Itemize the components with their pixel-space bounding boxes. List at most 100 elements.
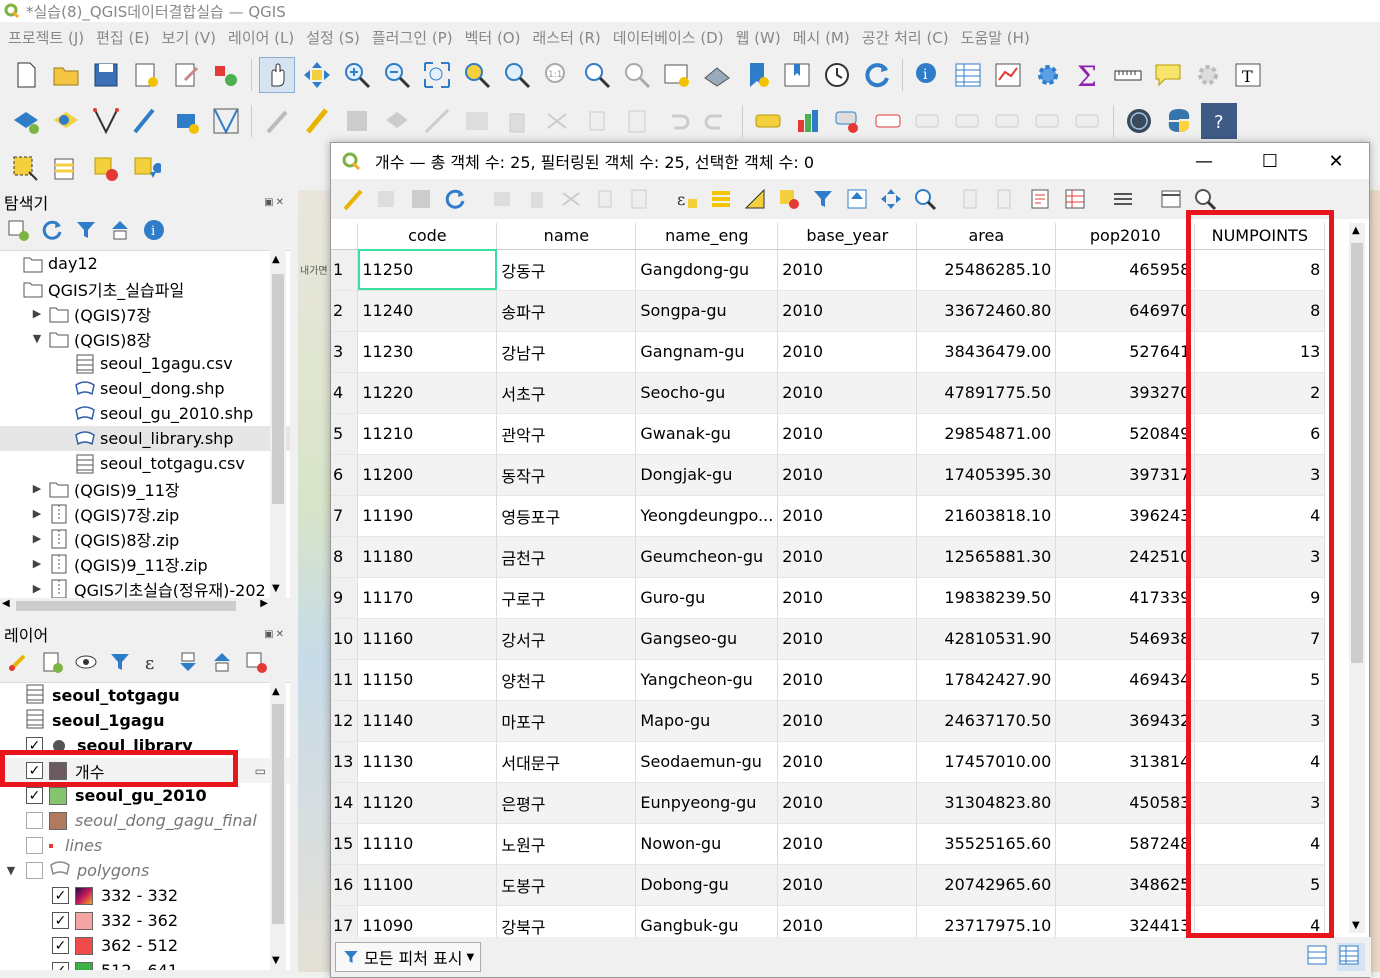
layer-item[interactable]: seoul_totgagu: [0, 683, 290, 708]
add-selected-layers-icon[interactable]: [4, 216, 32, 244]
select-by-location-icon[interactable]: [128, 151, 164, 187]
delete-selected-icon[interactable]: [499, 103, 535, 139]
table-cell[interactable]: Seodaemun-gu: [635, 741, 779, 783]
move-feature-icon[interactable]: [419, 103, 455, 139]
temporal-controller-icon[interactable]: [819, 57, 855, 93]
table-cell[interactable]: 24637170.50: [916, 700, 1057, 742]
table-cell[interactable]: 2010: [777, 290, 918, 332]
deselect-all-icon[interactable]: [775, 185, 803, 213]
table-cell[interactable]: 25486285.10: [916, 249, 1057, 291]
row-number[interactable]: 14: [331, 782, 359, 824]
table-cell[interactable]: 서초구: [496, 372, 637, 414]
multi-edit-icon[interactable]: [373, 185, 401, 213]
zoom-last-icon[interactable]: [579, 57, 615, 93]
table-cell[interactable]: 2010: [777, 331, 918, 373]
table-row[interactable]: 9 11170 구로구 Guro-gu 2010 19838239.50 417339 9: [331, 577, 1326, 619]
close-button[interactable]: ✕: [1303, 143, 1369, 179]
browser-item[interactable]: seoul_gu_2010.shp: [0, 401, 290, 426]
table-cell[interactable]: 3: [1194, 536, 1326, 578]
table-cell[interactable]: 송파구: [496, 290, 637, 332]
show-bookmarks-icon[interactable]: [779, 57, 815, 93]
table-cell[interactable]: 11150: [357, 659, 498, 701]
row-number[interactable]: 15: [331, 823, 359, 865]
pan-map-icon[interactable]: [259, 57, 295, 93]
table-cell[interactable]: 노원구: [496, 823, 637, 865]
table-row[interactable]: 2 11240 송파구 Songpa-gu 2010 33672460.80 646970 8: [331, 290, 1326, 332]
copy-features-icon[interactable]: [579, 103, 615, 139]
change-label-icon[interactable]: [990, 103, 1026, 139]
column-header-base_year[interactable]: base_year: [777, 223, 918, 250]
table-cell[interactable]: 29854871.00: [916, 413, 1057, 455]
table-cell[interactable]: 서대문구: [496, 741, 637, 783]
column-header-area[interactable]: area: [916, 223, 1057, 250]
toggle-editing-icon[interactable]: [339, 185, 367, 213]
new-3d-map-view-icon[interactable]: [699, 57, 735, 93]
table-cell[interactable]: 20742965.60: [916, 864, 1057, 906]
select-all-icon[interactable]: [707, 185, 735, 213]
table-row[interactable]: 4 11220 서초구 Seocho-gu 2010 47891775.50 393270 2: [331, 372, 1326, 414]
table-cell[interactable]: 2010: [777, 372, 918, 414]
visibility-checkbox[interactable]: ✓: [52, 962, 69, 970]
table-cell[interactable]: 2010: [777, 249, 918, 291]
table-cell[interactable]: 11230: [357, 331, 498, 373]
table-cell[interactable]: 2010: [777, 454, 918, 496]
table-cell[interactable]: 2010: [777, 659, 918, 701]
remove-layer-icon[interactable]: [242, 648, 270, 676]
menu-item[interactable]: 래스터 (R): [530, 27, 610, 48]
attribute-table-grid[interactable]: code name name_eng base_year area pop2010 NUMP…: [331, 223, 1326, 947]
move-selection-top-icon[interactable]: [843, 185, 871, 213]
filter-by-expression-icon[interactable]: ε: [140, 648, 168, 676]
zoom-native-icon[interactable]: 1:1: [539, 57, 575, 93]
table-cell[interactable]: 11220: [357, 372, 498, 414]
table-cell[interactable]: 242510: [1055, 536, 1196, 578]
browser-item[interactable]: ▼ (QGIS)8장: [0, 326, 290, 351]
label-toolbar-icon[interactable]: [750, 103, 786, 139]
row-number[interactable]: 13: [331, 741, 359, 783]
diagram-icon[interactable]: [790, 103, 826, 139]
filter-legend-icon[interactable]: [106, 648, 134, 676]
row-number[interactable]: 11: [331, 659, 359, 701]
table-cell[interactable]: 450583: [1055, 782, 1196, 824]
plugin-globe-icon[interactable]: [1121, 103, 1157, 139]
dock-controls-icon[interactable]: ▣✕: [264, 629, 286, 640]
browser-item[interactable]: seoul_dong.shp: [0, 376, 290, 401]
add-feature-icon[interactable]: [379, 103, 415, 139]
visibility-checkbox[interactable]: ✓: [26, 762, 43, 779]
browser-item[interactable]: ▶ (QGIS)7장.zip: [0, 501, 290, 526]
table-cell[interactable]: 19838239.50: [916, 577, 1057, 619]
table-cell[interactable]: 646970: [1055, 290, 1196, 332]
table-cell[interactable]: Songpa-gu: [635, 290, 779, 332]
table-cell[interactable]: 2010: [777, 741, 918, 783]
show-all-features-button[interactable]: 모든 피처 표시 ▼: [335, 942, 482, 972]
column-header-code[interactable]: code: [357, 223, 498, 250]
zoom-to-selected-icon[interactable]: [911, 185, 939, 213]
layer-item[interactable]: seoul_dong_gagu_final: [0, 808, 290, 833]
table-cell[interactable]: 465958: [1055, 249, 1196, 291]
table-cell[interactable]: 469434: [1055, 659, 1196, 701]
table-cell[interactable]: Dongjak-gu: [635, 454, 779, 496]
dock-table-icon[interactable]: [1157, 185, 1185, 213]
browser-item[interactable]: ▶ QGIS기초실습(정유재)-202: [0, 576, 290, 598]
maximize-button[interactable]: ☐: [1237, 143, 1303, 179]
zoom-out-icon[interactable]: [379, 57, 415, 93]
browser-item[interactable]: QGIS기초_실습파일: [0, 276, 290, 301]
menu-item[interactable]: 보기 (V): [160, 27, 226, 48]
highlight-labels-icon[interactable]: [870, 103, 906, 139]
table-row[interactable]: 3 11230 강남구 Gangnam-gu 2010 38436479.00 527641…: [331, 331, 1326, 373]
table-cell[interactable]: Yangcheon-gu: [635, 659, 779, 701]
add-layer-icon[interactable]: [8, 103, 44, 139]
collapse-all-icon[interactable]: [106, 216, 134, 244]
row-number[interactable]: 7: [331, 495, 359, 537]
table-cell[interactable]: 11110: [357, 823, 498, 865]
select-by-expression-icon[interactable]: ε: [673, 185, 701, 213]
table-cell[interactable]: 313814: [1055, 741, 1196, 783]
field-calculator-icon[interactable]: [1027, 185, 1055, 213]
rotate-label-icon[interactable]: [950, 103, 986, 139]
table-cell[interactable]: 21603818.10: [916, 495, 1057, 537]
field-statistics-icon[interactable]: [990, 57, 1026, 93]
column-header-name_eng[interactable]: name_eng: [635, 223, 779, 250]
browser-horizontal-scrollbar[interactable]: ◀ ▶: [0, 598, 270, 614]
undo-icon[interactable]: [659, 103, 695, 139]
python-console-icon[interactable]: [1161, 103, 1197, 139]
zoom-next-icon[interactable]: [619, 57, 655, 93]
